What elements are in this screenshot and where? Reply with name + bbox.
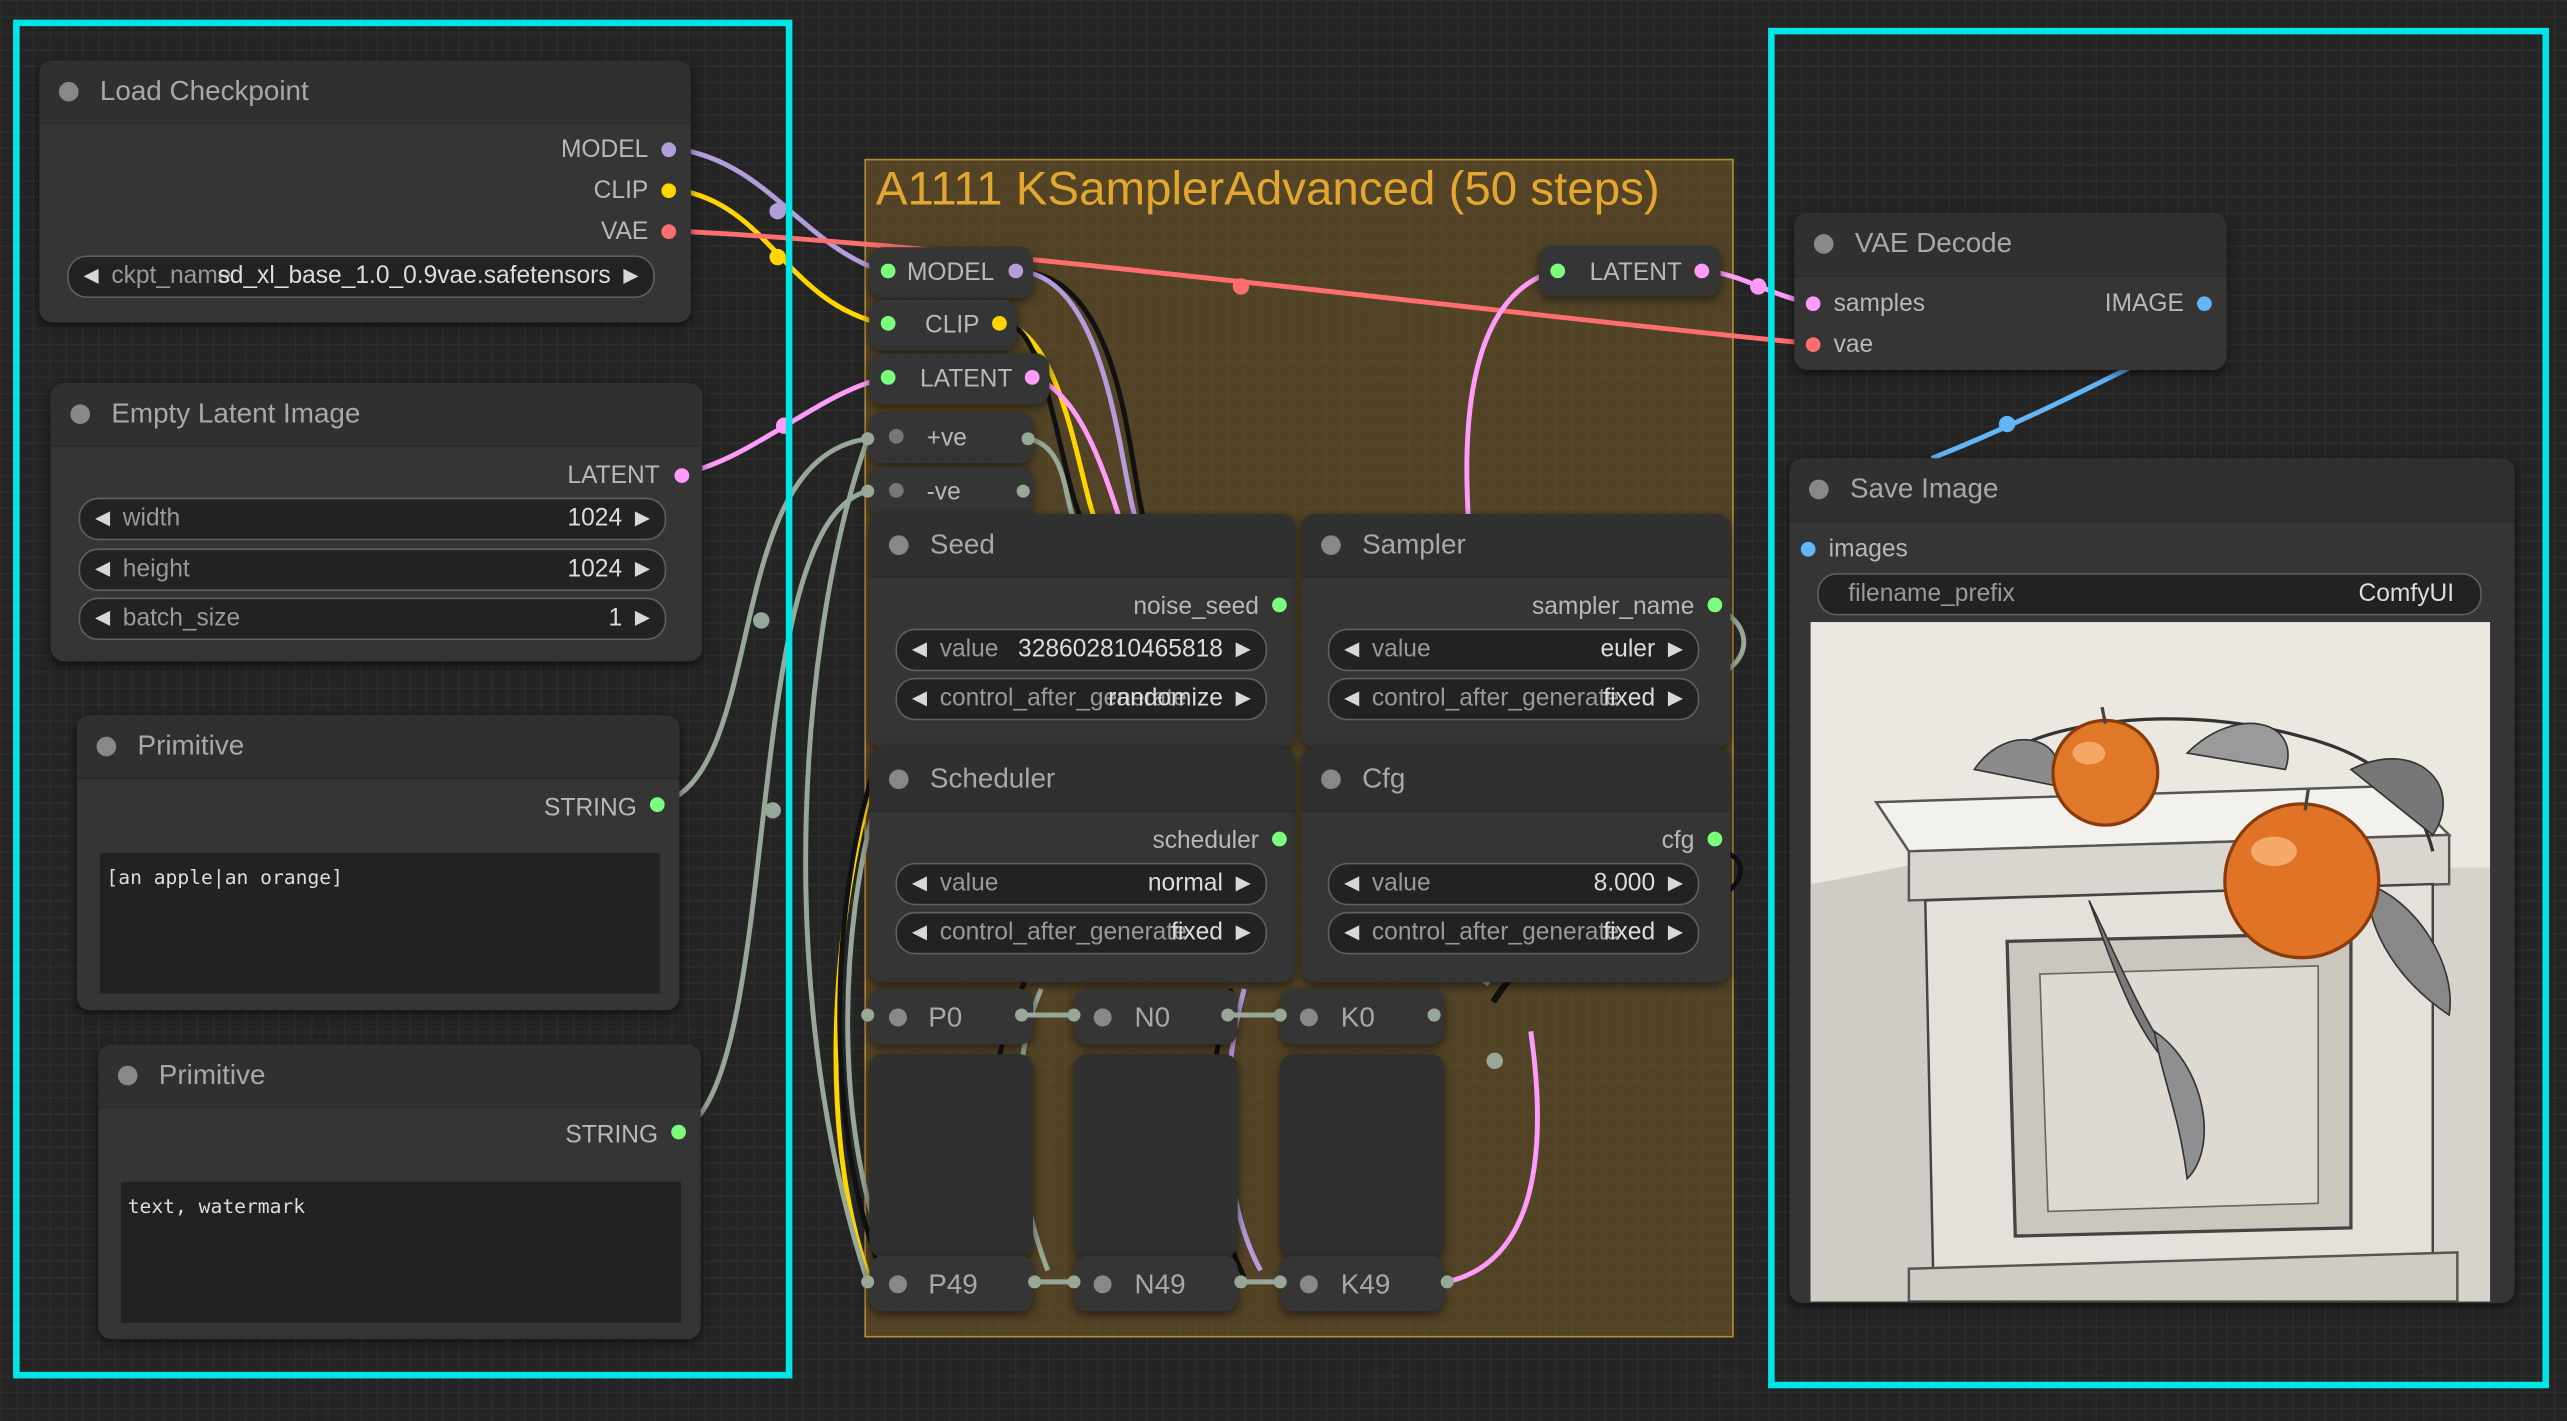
selection-frame-left xyxy=(13,19,793,1379)
comfyui-canvas[interactable]: A1111 KSamplerAdvanced (50 steps) Load C… xyxy=(0,0,2567,1421)
selection-frame-right xyxy=(1768,27,2549,1389)
